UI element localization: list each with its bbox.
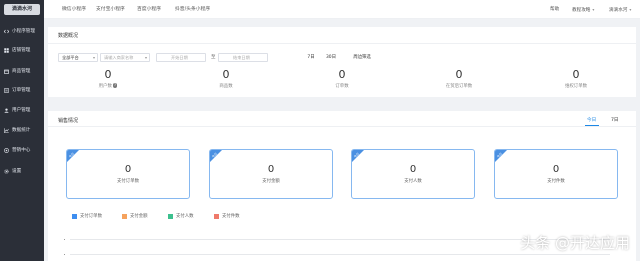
- platform-value: 全部平台: [62, 55, 79, 60]
- sales-title: 销售情况: [58, 118, 79, 124]
- account-menu[interactable]: 滴滴水河 ▾: [609, 0, 631, 19]
- kpi-label: 支付件数: [547, 179, 565, 184]
- legend-label: 支付金额: [130, 214, 148, 219]
- sidebar-item-label: 营销中心: [12, 148, 31, 153]
- sidebar-item-store[interactable]: 店铺管理: [0, 45, 44, 55]
- stat-value-orders: 0: [338, 68, 346, 81]
- top-navbar: 微信小程序 支付宝小程序 百度小程序 抖音/头条小程序 帮助 教程攻略 ▾ 滴滴水…: [44, 0, 640, 19]
- tutorial-menu[interactable]: 教程攻略 ▾: [572, 0, 594, 19]
- sidebar-item-marketing[interactable]: 营销中心: [0, 145, 44, 155]
- range-30-days[interactable]: 30日: [323, 53, 339, 62]
- tab-douyin[interactable]: 抖音/头条小程序: [175, 0, 210, 19]
- user-icon: [4, 107, 9, 113]
- chart-axis-tick: [64, 254, 65, 255]
- tab-today[interactable]: 今日: [587, 117, 596, 123]
- app-logo[interactable]: 滴滴水河: [4, 4, 40, 15]
- tab-alipay[interactable]: 支付宝小程序: [96, 0, 125, 19]
- legend-label: 支付件数: [222, 214, 240, 219]
- kpi-label: 支付人数: [404, 179, 422, 184]
- merchant-search-placeholder: 请输入商家名称: [104, 55, 134, 60]
- tab-7-days[interactable]: 7日: [611, 117, 619, 123]
- sidebar-item-settings[interactable]: 设置: [0, 166, 44, 176]
- help-icon[interactable]: ?: [112, 83, 118, 88]
- sidebar-item-miniprogram[interactable]: 小程序管理: [0, 26, 44, 36]
- legend-paid-orders[interactable]: 支付订单数: [72, 213, 102, 219]
- kpi-value: 0: [267, 164, 275, 175]
- sidebar-item-label: 数据统计: [12, 128, 31, 133]
- legend-swatch: [72, 213, 77, 219]
- stat-value-users: 0: [104, 68, 112, 81]
- document-icon: [4, 87, 9, 93]
- range-7-days[interactable]: 7日: [303, 53, 319, 62]
- legend-paid-users[interactable]: 支付人数: [168, 213, 194, 219]
- legend-swatch: [122, 213, 127, 219]
- overview-card: 数据概况 全部平台 ▾ 请输入商家名称 ▾ 开始日期 至 结束日期 7日 30日 周…: [48, 27, 636, 97]
- account-label: 滴滴水河: [609, 8, 628, 13]
- sidebar-item-label: 订单管理: [12, 88, 31, 93]
- sidebar-item-label: 小程序管理: [12, 29, 35, 34]
- legend-label: 支付人数: [176, 214, 194, 219]
- kpi-value: 0: [124, 164, 132, 175]
- stat-label-orders: 订单数: [335, 84, 349, 89]
- stat-label-aftersale: 在贸后订单数: [445, 84, 473, 89]
- stat-label-text: 用户数: [98, 84, 112, 89]
- legend-swatch: [214, 213, 219, 219]
- tutorial-label: 教程攻略: [572, 8, 591, 13]
- stat-label-users: 用户数?: [78, 83, 138, 89]
- stat-value-rights: 0: [572, 68, 580, 81]
- kpi-value: 0: [409, 164, 417, 175]
- help-link[interactable]: 帮助: [550, 0, 559, 19]
- end-date-placeholder: 结束日期: [233, 55, 250, 60]
- date-separator: 至: [211, 55, 216, 60]
- stat-value-products: 0: [222, 68, 230, 81]
- kpi-label: 支付订单数: [117, 179, 139, 184]
- merchant-search-input[interactable]: 请输入商家名称 ▾: [100, 53, 150, 62]
- start-date-input[interactable]: 开始日期: [156, 53, 206, 62]
- start-date-placeholder: 开始日期: [171, 55, 188, 60]
- divider: [48, 43, 636, 44]
- end-date-input[interactable]: 结束日期: [218, 53, 268, 62]
- range-custom[interactable]: 周边筛选: [350, 53, 374, 62]
- divider: [48, 126, 636, 127]
- stat-label-products: 商品数: [219, 84, 233, 89]
- sidebar-item-orders[interactable]: 订单管理: [0, 85, 44, 95]
- chart-icon: [4, 127, 9, 133]
- tab-wechat[interactable]: 微信小程序: [62, 0, 86, 19]
- stat-label-rights: 维权订单数: [565, 84, 587, 89]
- gear-icon: [4, 168, 9, 174]
- sidebar-item-label: 商品管理: [12, 69, 31, 74]
- sidebar-item-statistics[interactable]: 数据统计: [0, 125, 44, 135]
- sidebar-item-label: 用户管理: [12, 108, 31, 113]
- grid-icon: [4, 47, 9, 53]
- legend-paid-items[interactable]: 支付件数: [214, 213, 240, 219]
- sidebar-item-label: 店铺管理: [12, 48, 31, 53]
- sidebar-item-users[interactable]: 用户管理: [0, 105, 44, 115]
- sidebar-item-products[interactable]: 商品管理: [0, 66, 44, 76]
- legend-label: 支付订单数: [80, 214, 102, 219]
- legend-swatch: [168, 213, 173, 219]
- chevron-down-icon: ▾: [144, 55, 147, 60]
- kpi-value: 0: [552, 164, 560, 175]
- sidebar: 滴滴水河 小程序管理 店铺管理 商品管理 订单管理 用户管理 数据统计 营销中心…: [0, 0, 44, 261]
- chevron-down-icon: ▾: [92, 55, 95, 60]
- tab-baidu[interactable]: 百度小程序: [137, 0, 161, 19]
- kpi-label: 支付金额: [262, 179, 280, 184]
- chevron-down-icon: ▾: [592, 7, 595, 12]
- chevron-down-icon: ▾: [629, 7, 632, 12]
- kpi-paid-amount: 今日 0 支付金额: [209, 149, 333, 199]
- watermark: 头条 @开达应用: [520, 234, 630, 252]
- stat-value-aftersale: 0: [455, 68, 463, 81]
- chart-axis-tick: [64, 239, 65, 240]
- target-icon: [4, 147, 9, 153]
- chart-gridline: [70, 254, 610, 255]
- kpi-paid-items: 今日 0 支付件数: [494, 149, 618, 199]
- kpi-paid-orders: 今日 0 支付订单数: [66, 149, 190, 199]
- platform-select[interactable]: 全部平台 ▾: [58, 53, 98, 62]
- box-icon: [4, 69, 9, 74]
- legend-paid-amount[interactable]: 支付金额: [122, 213, 148, 219]
- sidebar-item-label: 设置: [12, 169, 22, 174]
- kpi-paid-users: 今日 0 支付人数: [351, 149, 475, 199]
- overview-title: 数据概况: [58, 33, 79, 39]
- code-icon: [4, 29, 9, 34]
